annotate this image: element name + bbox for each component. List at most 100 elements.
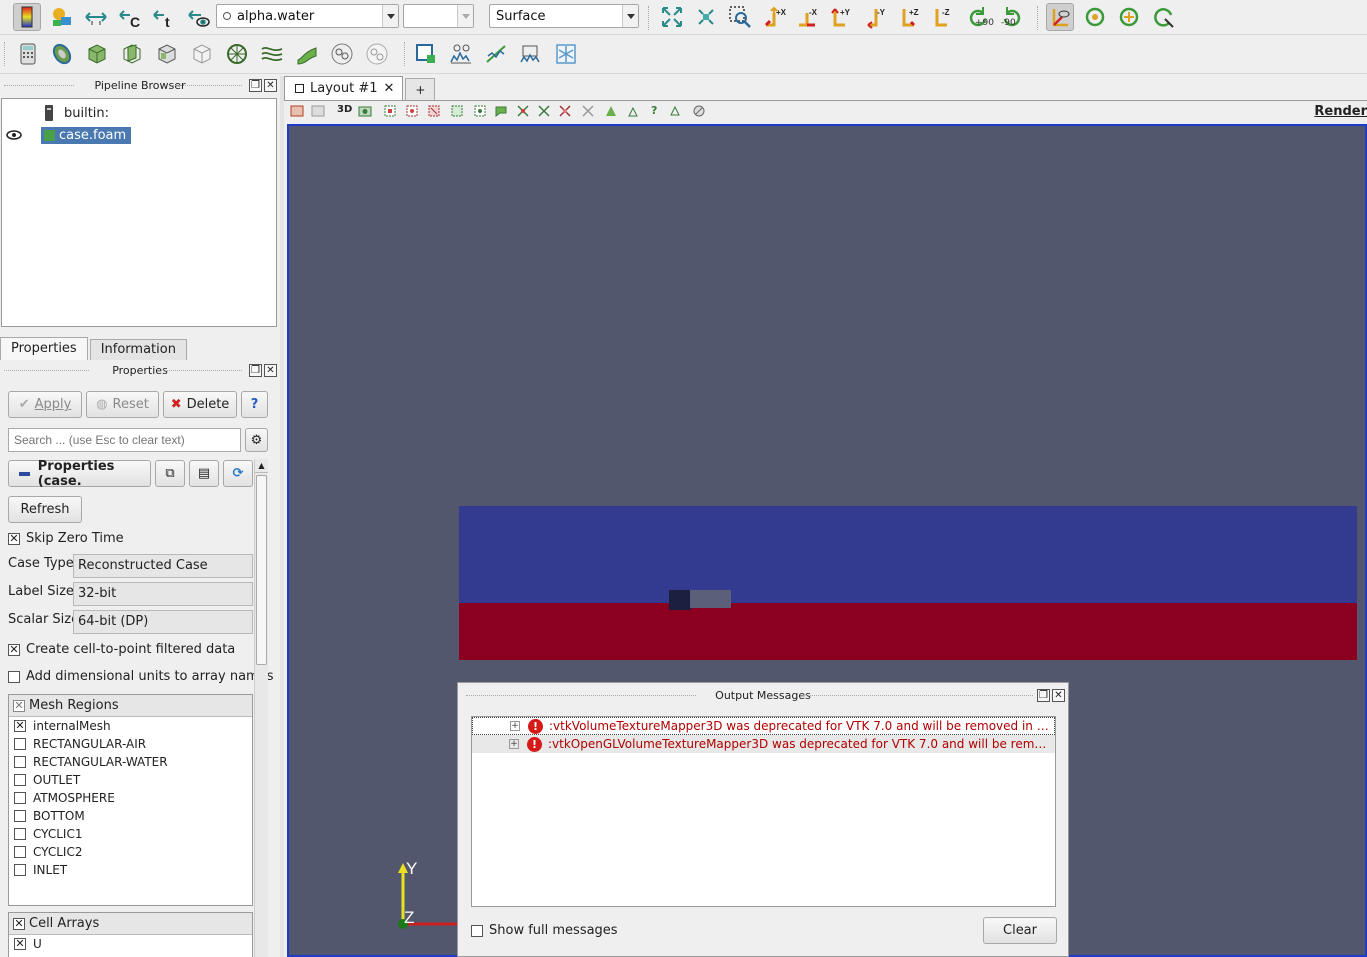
tab-properties[interactable]: Properties [0,337,88,360]
extract-level-icon[interactable] [363,40,391,68]
show-full-messages-row[interactable]: Show full messages [471,923,618,938]
mesh-region-checkbox[interactable] [14,864,26,876]
hover-cells-icon[interactable] [558,104,572,118]
close-icon[interactable]: ✕ [264,364,277,377]
list-item[interactable]: CYCLIC2 [9,843,252,861]
pick-center-icon[interactable] [1149,3,1177,31]
view-minus-z-icon[interactable]: -Z [929,3,957,31]
list-item[interactable]: INLET [9,861,252,879]
tab-layout-1[interactable]: Layout #1 ✕ [284,76,404,100]
apply-button[interactable]: ✔ Apply [8,391,82,418]
dimensional-units-checkbox[interactable] [8,670,20,683]
refresh-button[interactable]: Refresh [8,496,82,523]
select-points-through-icon[interactable] [450,104,464,118]
clip-icon[interactable] [83,40,111,68]
mesh-regions-header[interactable]: ✕ Mesh Regions [9,695,252,717]
rescale-temporal-icon[interactable]: t [150,3,178,31]
mesh-region-checkbox[interactable] [14,846,26,858]
histogram-icon[interactable] [517,40,545,68]
group-datasets-icon[interactable] [328,40,356,68]
view-plus-x-icon[interactable]: +X [760,3,788,31]
reset-button[interactable]: ◍ Reset [86,391,159,418]
list-item[interactable]: ✕ internalMesh [9,717,252,735]
center-axes-icon[interactable] [1046,3,1074,31]
color-legend-icon[interactable] [13,3,41,31]
cell-to-point-checkbox[interactable]: ✕ [8,643,20,656]
rescale-range-icon[interactable] [82,3,110,31]
python-calculator-icon[interactable] [552,40,580,68]
pipeline-item-builtin[interactable]: builtin: [44,103,109,123]
capture-screenshot-icon[interactable] [358,104,372,118]
show-center-icon[interactable] [1081,3,1109,31]
cell-arrays-header[interactable]: ✕ Cell Arrays [9,913,252,935]
float-panel-icon[interactable]: ❐ [1037,689,1050,702]
chevron-down-icon[interactable] [457,5,473,27]
plot-over-line-icon[interactable] [447,40,475,68]
message-row[interactable]: + ! :vtkOpenGLVolumeTextureMapper3D was … [472,735,1055,753]
contour-icon[interactable] [48,40,76,68]
warp-vector-icon[interactable] [293,40,321,68]
view-minus-y-icon[interactable]: -Y [862,3,890,31]
color-array-combo[interactable]: alpha.water [216,4,399,28]
scroll-up-icon[interactable]: ▲ [255,459,268,473]
refresh-icon[interactable]: ⟳ [223,460,253,487]
view-minus-x-icon[interactable]: -X [793,3,821,31]
close-icon[interactable]: ✕ [1052,689,1065,702]
representation-combo[interactable]: Surface [489,4,639,28]
calculator-icon[interactable] [14,40,42,68]
eye-icon[interactable] [6,129,22,141]
properties-section-button[interactable]: Properties (case. [8,459,151,489]
stream-tracer-icon[interactable] [258,40,286,68]
reset-center-icon[interactable] [1115,3,1143,31]
message-row[interactable]: + ! :vtkVolumeTextureMapper3D was deprec… [472,717,1055,735]
list-item[interactable]: RECTANGULAR-AIR [9,735,252,753]
mesh-region-checkbox[interactable] [14,756,26,768]
scalar-size-select[interactable]: 64-bit (DP) [73,610,253,634]
glyph-icon[interactable] [223,40,251,68]
cell-array-checkbox[interactable]: ✕ [14,938,26,950]
select-points-on-icon[interactable] [405,104,419,118]
query-selection-icon[interactable]: ? [651,104,657,117]
scrollbar-thumb[interactable] [256,475,267,665]
select-cells-through-icon[interactable] [427,104,441,118]
rescale-visible-icon[interactable] [185,3,213,31]
list-item[interactable]: CYCLIC1 [9,825,252,843]
grow-selection-icon[interactable] [604,104,618,118]
close-icon[interactable]: ✕ [384,81,395,96]
tab-information[interactable]: Information [89,339,187,360]
mesh-region-checkbox[interactable] [14,792,26,804]
chevron-down-icon[interactable] [382,5,398,27]
show-full-messages-checkbox[interactable] [471,924,483,937]
select-cells-icon[interactable] [412,40,440,68]
pipeline-item-case-foam[interactable]: case.foam [6,125,132,145]
interactive-select-cells-icon[interactable] [516,104,530,118]
mesh-region-checkbox[interactable] [14,774,26,786]
copy-icon[interactable]: ⧉ [155,460,185,487]
threshold-icon[interactable] [153,40,181,68]
plot-data-icon[interactable] [482,40,510,68]
list-item[interactable]: RECTANGULAR-WATER [9,753,252,771]
view-plus-z-icon[interactable]: +Z [896,3,924,31]
mesh-region-checkbox[interactable]: ✕ [14,720,26,732]
select-cells-on-icon[interactable] [383,104,397,118]
rescale-custom-icon[interactable]: C [116,3,144,31]
paste-icon[interactable]: ▤ [189,460,219,487]
expand-icon[interactable]: + [510,721,520,731]
zoom-box-icon[interactable] [726,3,754,31]
dimensional-units-row[interactable]: Add dimensional units to array names [8,669,274,684]
list-item[interactable]: BOTTOM [9,807,252,825]
float-panel-icon[interactable]: ❐ [249,79,262,92]
reset-camera-icon[interactable] [658,3,686,31]
chevron-down-icon[interactable] [622,5,638,27]
split-horizontal-icon[interactable] [290,104,304,118]
toggle-3d-button[interactable]: 3D [337,104,352,115]
hover-points-icon[interactable] [581,104,595,118]
view-plus-y-icon[interactable]: +Y [827,3,855,31]
cell-to-point-row[interactable]: ✕ Create cell-to-point filtered data [8,642,235,657]
expand-icon[interactable]: + [509,739,519,749]
find-data-icon[interactable] [668,104,682,118]
cell-arrays-all-checkbox[interactable]: ✕ [13,917,25,930]
slice-icon[interactable] [118,40,146,68]
select-polygon-icon[interactable] [473,104,487,118]
skip-zero-time-row[interactable]: ✕ Skip Zero Time [8,531,124,546]
